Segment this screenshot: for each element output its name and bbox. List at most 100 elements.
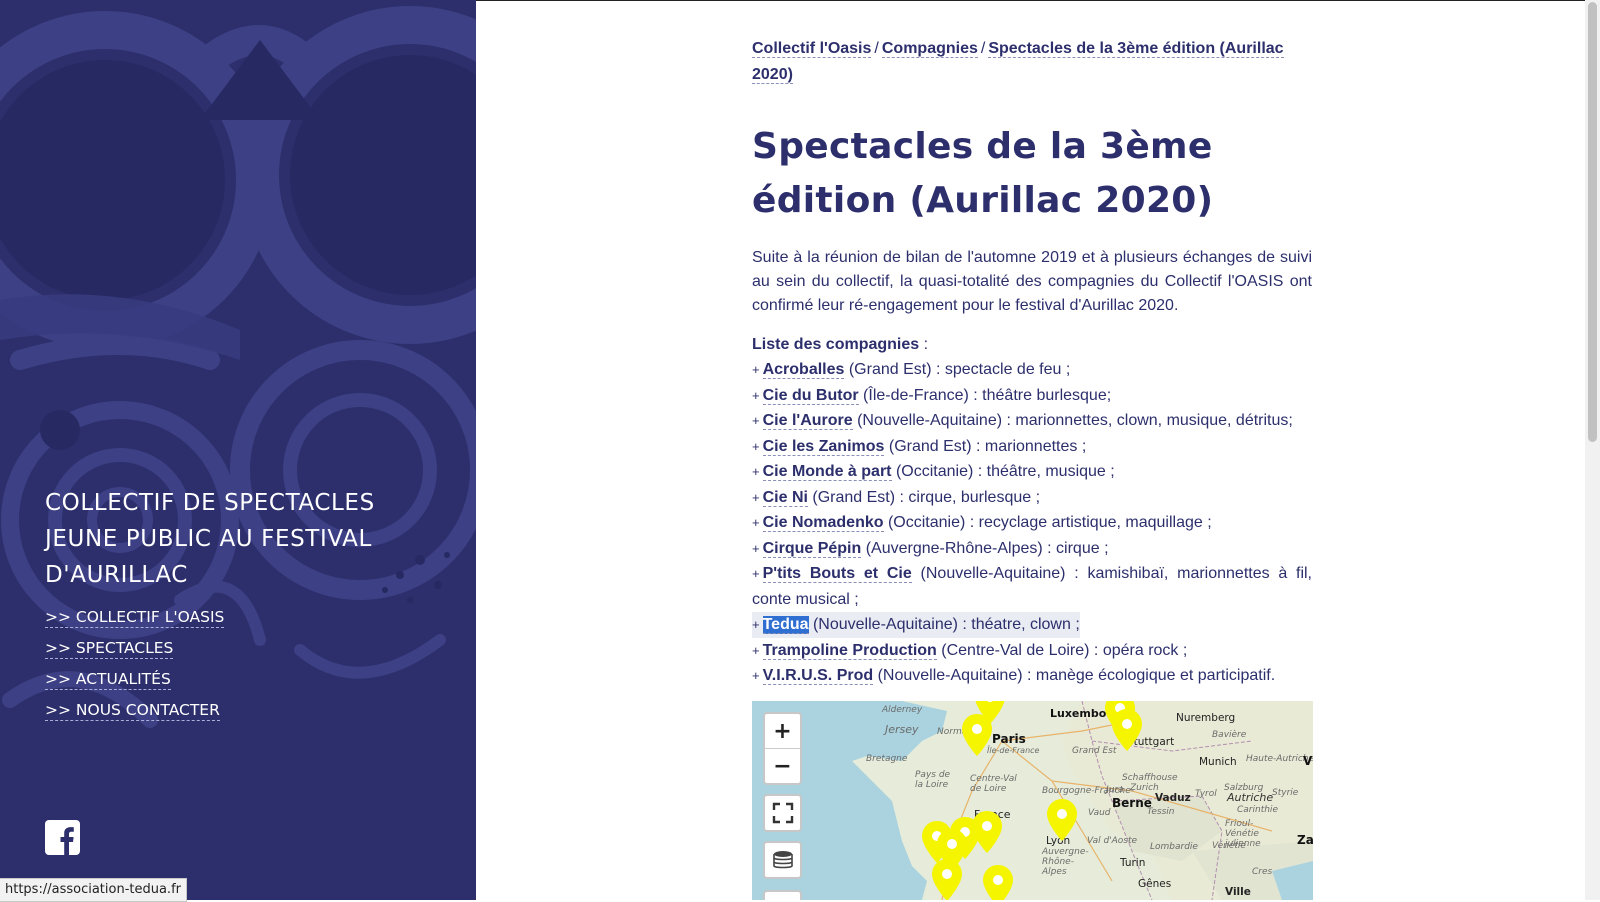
zoom-control: + − bbox=[763, 712, 802, 785]
companies-map[interactable]: Alderney Jersey Norman Paris Île-de-Fran… bbox=[752, 701, 1313, 900]
map-label-jersey: Jersey bbox=[885, 723, 919, 736]
list-heading-suffix: : bbox=[919, 336, 929, 353]
company-link[interactable]: Cie Nomadenko bbox=[762, 514, 884, 532]
map-label-auvergne: Auvergne-Rhône-Alpes bbox=[1042, 847, 1089, 877]
map-pin[interactable] bbox=[1112, 709, 1142, 751]
company-link[interactable]: Cie l'Aurore bbox=[762, 412, 853, 430]
layers-button[interactable] bbox=[765, 843, 800, 877]
map-extra-control[interactable] bbox=[763, 890, 802, 900]
nav-item-collectif[interactable]: >> COLLECTIF L'OASIS bbox=[45, 607, 225, 628]
company-description: (Occitanie) : théâtre, musique ; bbox=[891, 463, 1115, 480]
map-label-alderney: Alderney bbox=[882, 705, 923, 715]
company-description: (Centre-Val de Loire) : opéra rock ; bbox=[936, 641, 1188, 659]
bullet: + bbox=[752, 413, 760, 428]
nav-item-actualites[interactable]: >> ACTUALITÉS bbox=[45, 669, 171, 690]
map-label-munich: Munich bbox=[1199, 756, 1237, 768]
layers-control bbox=[763, 841, 802, 879]
map-label-paris: Paris bbox=[992, 732, 1026, 746]
site-title: COLLECTIF DE SPECTACLES JEUNE PUBLIC AU … bbox=[45, 490, 375, 588]
map-label-baviere: Bavière bbox=[1212, 730, 1247, 740]
company-link[interactable]: Cie les Zanimos bbox=[762, 437, 885, 456]
status-bar-url: https://association-tedua.fr bbox=[0, 878, 187, 902]
list-item: + Trampoline Production (Centre-Val de Lo… bbox=[752, 638, 1312, 664]
fullscreen-button[interactable] bbox=[765, 796, 800, 830]
glasses-illustration bbox=[0, 6, 476, 728]
fullscreen-control bbox=[763, 794, 802, 832]
list-item: + Cie Monde à part (Occitanie) : théâtre,… bbox=[752, 459, 1312, 485]
bullet: + bbox=[752, 617, 760, 632]
map-label-ville: Ville bbox=[1225, 886, 1251, 898]
company-description: (Nouvelle-Aquitaine) : manège écologique… bbox=[873, 667, 1276, 684]
company-list: + Acroballes (Grand Est) : spectacle de f… bbox=[752, 357, 1312, 689]
list-item: + Cie Ni (Grand Est) : cirque, burlesque … bbox=[752, 485, 1312, 511]
company-description: (Nouvelle-Aquitaine) : théatre, clown ; bbox=[808, 616, 1080, 633]
list-heading-label: Liste des compagnies bbox=[752, 336, 920, 353]
map-label-v: V bbox=[1303, 754, 1313, 768]
company-link[interactable]: Cirque Pépin bbox=[762, 539, 862, 558]
nav-item-spectacles[interactable]: >> SPECTACLES bbox=[45, 638, 174, 659]
company-description: (Occitanie) : recyclage artistique, maqu… bbox=[883, 514, 1212, 531]
map-label-autriche: Autriche bbox=[1227, 791, 1274, 804]
bullet: + bbox=[752, 566, 760, 581]
breadcrumb-item-collectif[interactable]: Collectif l'Oasis bbox=[752, 40, 872, 58]
map-pin[interactable] bbox=[962, 714, 992, 756]
facebook-icon[interactable] bbox=[45, 820, 80, 855]
list-item: + Cie Nomadenko (Occitanie) : recyclage a… bbox=[752, 510, 1312, 536]
company-link[interactable]: Cie Ni bbox=[762, 488, 808, 507]
company-description: (Grand Est) : spectacle de feu ; bbox=[844, 361, 1071, 378]
company-list-heading: Liste des compagnies : bbox=[752, 332, 1312, 357]
map-label-carinthie: Carinthie bbox=[1237, 805, 1278, 815]
intro-paragraph: Suite à la réunion de bilan de l'automne… bbox=[752, 249, 1312, 314]
bullet: + bbox=[752, 540, 760, 556]
map-label-val-daoste: Val d'Aoste bbox=[1087, 836, 1138, 846]
map-label-turin: Turin bbox=[1120, 857, 1146, 869]
company-description: (Grand Est) : marionnettes ; bbox=[884, 437, 1087, 455]
map-label-zag: Zag bbox=[1297, 833, 1313, 847]
page-scrollbar[interactable] bbox=[1585, 0, 1600, 900]
company-link[interactable]: P'tits Bouts et Cie bbox=[762, 565, 912, 583]
bullet: + bbox=[752, 642, 760, 658]
list-item: + P'tits Bouts et Cie (Nouvelle-Aquitaine… bbox=[752, 561, 1312, 612]
map-label-venetie: Vénétie bbox=[1212, 841, 1246, 851]
map-label-styrie: Styrie bbox=[1272, 788, 1299, 798]
company-description: (Île-de-France) : théâtre burlesque; bbox=[858, 386, 1112, 404]
map-label-vaud: Vaud bbox=[1088, 808, 1111, 818]
map-label-lombardie: Lombardie bbox=[1150, 842, 1198, 852]
list-item: + V.I.R.U.S. Prod (Nouvelle-Aquitaine) : … bbox=[752, 663, 1312, 689]
page-title: Spectacles de la 3ème édition (Aurillac … bbox=[752, 126, 1214, 221]
map-label-luxembourg: Luxembo bbox=[1050, 707, 1107, 720]
bullet: + bbox=[752, 362, 760, 377]
company-description: (Auvergne-Rhône-Alpes) : cirque ; bbox=[861, 539, 1109, 557]
map-label-vaduz: Vaduz bbox=[1155, 792, 1191, 804]
bullet: + bbox=[752, 387, 760, 403]
list-item: + Cie les Zanimos (Grand Est) : marionnet… bbox=[752, 434, 1312, 460]
nav-item-contact[interactable]: >> NOUS CONTACTER bbox=[45, 700, 220, 721]
map-pin[interactable] bbox=[932, 859, 962, 900]
company-link[interactable]: Cie Monde à part bbox=[762, 463, 892, 481]
list-item: + Cie l'Aurore (Nouvelle-Aquitaine) : mar… bbox=[752, 408, 1312, 434]
layers-icon bbox=[772, 851, 793, 869]
company-link-hovered[interactable]: Tedua bbox=[762, 616, 809, 634]
bullet: + bbox=[752, 489, 760, 505]
company-link[interactable]: Trampoline Production bbox=[762, 641, 937, 660]
map-label-berne: Berne bbox=[1112, 796, 1152, 810]
map-label-tyrol: Tyrol bbox=[1195, 789, 1217, 799]
map-pin[interactable] bbox=[1047, 799, 1077, 841]
map-pin[interactable] bbox=[983, 865, 1013, 900]
map-label-nuremberg: Nuremberg bbox=[1176, 712, 1236, 724]
map-label-jura: Jura bbox=[1106, 785, 1124, 795]
breadcrumb-item-compagnies[interactable]: Compagnies bbox=[881, 40, 978, 58]
scrollbar-thumb[interactable] bbox=[1588, 2, 1597, 442]
bullet: + bbox=[752, 464, 760, 479]
map-label-cres: Cres bbox=[1252, 867, 1273, 877]
breadcrumb: Collectif l'Oasis / Compagnies / Spectacles … bbox=[752, 36, 1312, 88]
company-link[interactable]: Acroballes bbox=[762, 361, 845, 379]
list-item: + Acroballes (Grand Est) : spectacle de f… bbox=[752, 357, 1312, 383]
breadcrumb-separator: / bbox=[980, 40, 986, 57]
map-label-pays-de-la-loire: Pays de la Loire bbox=[915, 770, 951, 790]
company-link[interactable]: V.I.R.U.S. Prod bbox=[762, 667, 874, 685]
company-link[interactable]: Cie du Butor bbox=[762, 386, 859, 405]
map-label-genes: Gênes bbox=[1138, 878, 1172, 890]
zoom-out-button[interactable]: − bbox=[765, 748, 800, 783]
zoom-in-button[interactable]: + bbox=[765, 714, 800, 748]
